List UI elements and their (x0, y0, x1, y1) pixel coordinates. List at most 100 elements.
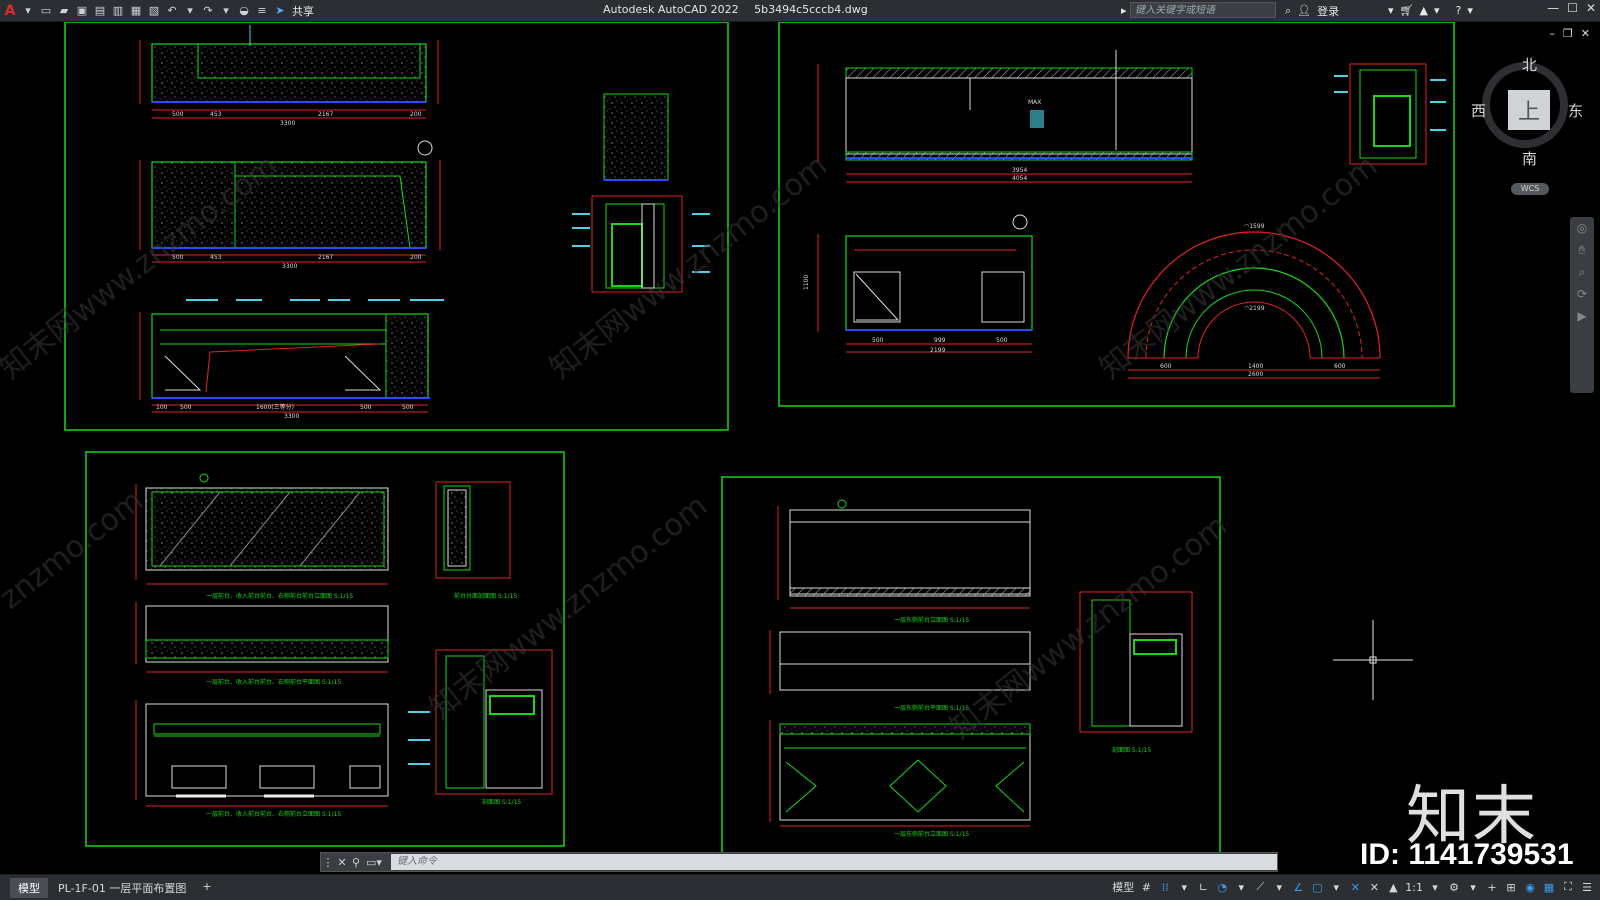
search-input[interactable]: 键入关键字或短语 (1130, 2, 1276, 18)
showmotion-icon[interactable]: ▶ (1570, 305, 1594, 327)
crosshair-cursor (1333, 620, 1413, 700)
dim-text: 4054 (1012, 175, 1027, 182)
dim-text: 1400 (1248, 363, 1263, 370)
app-title: Autodesk AutoCAD 2022 (603, 3, 739, 16)
save-web-icon[interactable]: ▦ (128, 3, 144, 19)
viewcube-top-face[interactable]: 上 (1508, 90, 1550, 130)
pan-icon[interactable]: ✋︎ (1570, 239, 1594, 261)
add-layout-button[interactable]: + (196, 878, 217, 898)
workspace-gear-icon[interactable]: ⚙ (1447, 881, 1461, 894)
new-file-icon[interactable]: ▭ (38, 3, 54, 19)
dim-text: 500 (360, 404, 372, 411)
save-as-icon[interactable]: ▤ (92, 3, 108, 19)
steering-wheel-icon[interactable]: ◎ (1570, 217, 1594, 239)
close-icon[interactable]: ✕ (1586, 1, 1596, 15)
command-grip-icon[interactable]: ⋮ (321, 853, 335, 871)
tab-model[interactable]: 模型 (10, 878, 48, 898)
isodraft-dropdown-icon[interactable]: ▾ (1272, 881, 1286, 894)
watermark-text: znzmo.com (0, 483, 150, 616)
compass-south[interactable]: 南 (1522, 148, 1537, 169)
autocad-logo-icon[interactable]: A (2, 3, 18, 19)
login-button[interactable]: 登录 (1317, 3, 1339, 19)
annotation-visibility-icon[interactable]: ✕ (1348, 881, 1362, 894)
command-close-icon[interactable]: ✕ (335, 853, 349, 871)
annotation-scale-icon[interactable]: ▲ (1386, 881, 1400, 894)
dim-text: 500 (172, 111, 184, 118)
zoom-icon[interactable]: ⌕ (1570, 261, 1594, 283)
units-icon[interactable]: ⊞ (1504, 881, 1518, 894)
plot-icon[interactable]: ▧ (146, 3, 162, 19)
open-folder-icon[interactable]: ▰ (56, 3, 72, 19)
dim-text: 3300 (280, 120, 295, 127)
viewcube[interactable]: 上 北 南 西 东 (1471, 56, 1583, 168)
model-space-button[interactable]: 模型 (1112, 879, 1134, 895)
dim-text: 1600(三等分) (256, 403, 294, 411)
cart-icon[interactable]: 🛒︎ (1400, 4, 1414, 17)
help-icon[interactable]: ? (1456, 4, 1462, 17)
redo-dropdown-icon[interactable]: ▾ (218, 3, 234, 19)
compass-east[interactable]: 东 (1568, 100, 1583, 121)
share-button[interactable]: 共享 (292, 3, 314, 19)
command-line: ⋮ ✕ ⚲ ▭▾ 键入命令 (320, 852, 1278, 872)
workspace-dropdown-icon[interactable]: ▾ (1466, 881, 1480, 894)
customize-dropdown-icon[interactable]: ≡ (254, 3, 270, 19)
search-icon[interactable]: ⌕ (1285, 4, 1291, 18)
dim-text: 500 (180, 404, 192, 411)
quick-access-toolbar: A ▾ ▭ ▰ ▣ ▤ ▥ ▦ ▧ ↶ ▾ ↷ ▾ ◒ ≡ ➤ 共享 (2, 1, 314, 20)
redo-icon[interactable]: ↷ (200, 3, 216, 19)
object-snap-icon[interactable]: ▢ (1310, 881, 1324, 894)
undo-dropdown-icon[interactable]: ▾ (182, 3, 198, 19)
dim-text: 500 (402, 404, 414, 411)
workspace-icon[interactable]: ◒ (236, 3, 252, 19)
app-menu-arrow-icon[interactable]: ▾ (20, 3, 36, 19)
tab-layout-pl-1f-01[interactable]: PL-1F-01 一层平面布置图 (50, 878, 194, 898)
dim-text: 200 (410, 254, 422, 261)
polar-dropdown-icon[interactable]: ▾ (1234, 881, 1248, 894)
object-snap-tracking-icon[interactable]: ∠ (1291, 881, 1305, 894)
scale-dropdown-icon[interactable]: ▾ (1428, 881, 1442, 894)
share-icon[interactable]: ➤ (272, 3, 288, 19)
ortho-icon[interactable]: ∟ (1196, 881, 1210, 894)
polar-icon[interactable]: ◔ (1215, 881, 1229, 894)
undo-icon[interactable]: ↶ (164, 3, 180, 19)
customization-menu-icon[interactable]: ☰ (1580, 881, 1594, 894)
help-dropdown-icon[interactable]: ▾ (1467, 4, 1473, 17)
wcs-menu[interactable]: WCS (1511, 183, 1549, 195)
isolate-objects-icon[interactable]: ◉ (1523, 881, 1537, 894)
elevation-9: 一层东侧前台立面图 S:1/15 (769, 720, 1031, 838)
snap-dropdown-icon[interactable]: ▾ (1177, 881, 1191, 894)
maximize-icon[interactable]: ☐ (1567, 1, 1578, 15)
compass-west[interactable]: 西 (1471, 100, 1486, 121)
isodraft-icon[interactable]: ⟋ (1253, 880, 1267, 894)
command-input[interactable]: 键入命令 (391, 854, 1277, 870)
dim-text: 500 (996, 337, 1008, 344)
clean-screen-icon[interactable]: ⛶ (1561, 880, 1575, 894)
dim-text: 1100 (803, 275, 810, 290)
command-recent-icon[interactable]: ▭▾ (363, 853, 385, 871)
grid-icon[interactable]: # (1139, 881, 1153, 894)
a360-icon[interactable]: ▲ (1420, 4, 1428, 17)
annotation-scale-value[interactable]: 1:1 (1405, 881, 1423, 894)
dim-text: 2600 (1248, 371, 1263, 378)
command-customize-icon[interactable]: ⚲ (349, 853, 363, 871)
orbit-icon[interactable]: ⟳ (1570, 283, 1594, 305)
drawing-canvas[interactable]: 500 453 2167 200 3300 500 453 2167 200 3… (0, 22, 1600, 874)
elevation-3: 100 500 1600(三等分) 500 500 3300 (139, 299, 444, 420)
search-arrow-icon[interactable]: ▸ (1121, 2, 1127, 19)
annotation-monitor-icon[interactable]: + (1485, 881, 1499, 894)
open-web-icon[interactable]: ▥ (110, 3, 126, 19)
snap-icon[interactable]: ⁞⁞ (1158, 881, 1172, 894)
elevation-5: 500 999 500 2199 1100 (803, 214, 1033, 354)
auto-scale-icon[interactable]: ✕ (1367, 881, 1381, 894)
user-icon[interactable]: 👤︎ (1297, 4, 1311, 17)
compass-north[interactable]: 北 (1522, 54, 1537, 75)
section-detail-3: 前台台面剖面图 S:1/15 (435, 481, 517, 600)
hardware-acceleration-icon[interactable]: ▦ (1542, 881, 1556, 894)
a360-dropdown-icon[interactable]: ▾ (1434, 4, 1440, 17)
caption: 一层前台、收入前台前台、右侧前台平面图 S:1/15 (206, 678, 341, 686)
minimize-icon[interactable]: — (1547, 1, 1559, 15)
login-dropdown-icon[interactable]: ▾ (1388, 4, 1394, 17)
save-icon[interactable]: ▣ (74, 3, 90, 19)
dim-text: 453 (210, 254, 222, 261)
object-snap-dropdown-icon[interactable]: ▾ (1329, 881, 1343, 894)
